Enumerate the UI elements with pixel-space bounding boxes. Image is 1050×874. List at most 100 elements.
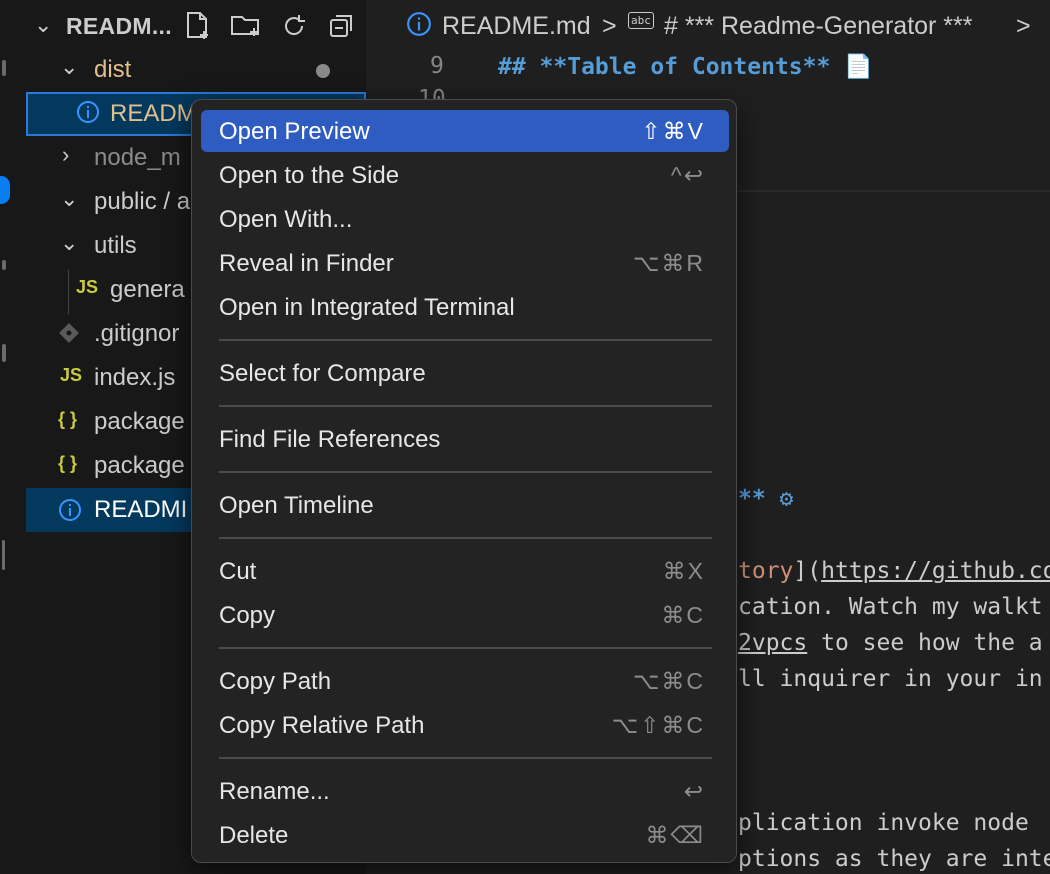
new-folder-icon[interactable]: [226, 8, 266, 44]
menu-item-label: Copy Path: [219, 668, 332, 695]
breadcrumb-separator: >: [602, 12, 617, 40]
menu-item-label: Open With...: [219, 206, 353, 233]
menu-item-label: Rename...: [219, 778, 330, 805]
tree-item-label: package: [94, 452, 185, 479]
code-fragment-text: tory: [738, 558, 794, 584]
menu-item-rename[interactable]: Rename... ↩: [201, 770, 729, 812]
accounts-badge-icon[interactable]: [0, 176, 10, 204]
context-menu: Open Preview ⇧⌘V Open to the Side ^↩ Ope…: [191, 99, 737, 863]
menu-item-shortcut: ⌥⇧⌘C: [611, 712, 705, 738]
menu-item-shortcut: ⌥⌘R: [632, 250, 705, 276]
chevron-down-icon[interactable]: ⌄: [34, 12, 52, 38]
menu-item-reveal-in-finder[interactable]: Reveal in Finder ⌥⌘R: [201, 242, 729, 284]
code-fragment[interactable]: 2vpcs to see how the a: [738, 630, 1043, 656]
menu-item-label: Open Timeline: [219, 492, 374, 519]
js-file-icon: JS: [60, 365, 83, 385]
code-fragment[interactable]: cation. Watch my walkt: [738, 594, 1043, 620]
menu-item-open-timeline[interactable]: Open Timeline: [201, 484, 729, 526]
info-icon: [58, 498, 82, 527]
info-icon: [406, 11, 432, 44]
menu-item-shortcut: ⌘X: [662, 558, 705, 584]
menu-item-label: Reveal in Finder: [219, 250, 394, 277]
tree-item-label: node_m: [94, 144, 181, 171]
menu-item-label: Select for Compare: [219, 360, 426, 387]
chevron-down-icon: ⌄: [60, 230, 79, 255]
menu-item-label: Open to the Side: [219, 162, 400, 189]
line-number: 9: [430, 53, 444, 79]
menu-item-shortcut: ⌘⌫: [645, 822, 705, 848]
new-file-icon[interactable]: [178, 8, 218, 44]
explorer-title[interactable]: READM...: [66, 13, 172, 40]
info-icon: [76, 100, 100, 129]
menu-item-find-file-references[interactable]: Find File References: [201, 418, 729, 460]
menu-item-label: Find File References: [219, 426, 441, 453]
collapse-all-icon[interactable]: [322, 8, 362, 44]
activity-icon-fragment[interactable]: [2, 344, 6, 362]
tree-item-label: public / a: [94, 188, 191, 215]
menu-item-copy[interactable]: Copy ⌘C: [201, 594, 729, 636]
tree-item-label: index.js: [94, 364, 176, 391]
menu-item-select-for-compare[interactable]: Select for Compare: [201, 352, 729, 394]
code-fragment[interactable]: ll inquirer in your in: [738, 666, 1043, 692]
tree-item-label: READM: [110, 100, 197, 127]
menu-separator: [219, 405, 712, 407]
menu-item-shortcut: ⌥⌘C: [632, 668, 705, 694]
modified-dot-icon: [316, 64, 330, 78]
menu-item-shortcut: ⇧⌘V: [641, 118, 705, 144]
activity-more-icon[interactable]: [2, 540, 5, 570]
tree-item-label: dist: [94, 56, 132, 83]
js-file-icon: JS: [76, 277, 99, 297]
json-file-icon: { }: [58, 453, 78, 473]
breadcrumb: README.md > abc # *** Readme-Generator *…: [366, 0, 1050, 48]
breadcrumb-file[interactable]: README.md: [442, 12, 591, 41]
code-fragment-text: ](: [793, 558, 822, 584]
string-symbol-icon: abc: [628, 12, 654, 29]
menu-item-copy-path[interactable]: Copy Path ⌥⌘C: [201, 660, 729, 702]
activity-icon-fragment[interactable]: [2, 260, 6, 270]
code-fragment[interactable]: plication invoke node: [738, 810, 1029, 836]
refresh-icon[interactable]: [274, 8, 314, 44]
menu-separator: [219, 647, 712, 649]
code-fragment[interactable]: ptions as they are inte: [738, 846, 1050, 872]
tree-item-label: READMI: [94, 496, 188, 523]
menu-item-open-to-side[interactable]: Open to the Side ^↩: [201, 154, 729, 196]
menu-item-label: Cut: [219, 558, 257, 585]
json-file-icon: { }: [58, 409, 78, 429]
code-line-heading[interactable]: ## **Table of Contents** 📄: [498, 53, 873, 80]
menu-separator: [219, 471, 712, 473]
menu-item-shortcut: ⌘C: [661, 602, 705, 628]
chevron-down-icon: ⌄: [60, 54, 79, 79]
menu-item-label: Copy: [219, 602, 276, 629]
menu-item-shortcut: ^↩: [670, 162, 705, 188]
menu-separator: [219, 339, 712, 341]
menu-item-label: Copy Relative Path: [219, 712, 425, 739]
code-fragment[interactable]: ** ⚙: [738, 486, 793, 512]
explorer-header: ⌄ READM...: [26, 0, 366, 50]
chevron-right-icon: ›: [62, 142, 70, 167]
menu-item-open-in-terminal[interactable]: Open in Integrated Terminal: [201, 286, 729, 328]
menu-item-label: Open in Integrated Terminal: [219, 294, 515, 321]
menu-separator: [219, 757, 712, 759]
menu-item-cut[interactable]: Cut ⌘X: [201, 550, 729, 592]
tree-item-label: package: [94, 408, 185, 435]
code-fragment-text: to see how the a: [807, 630, 1043, 656]
git-file-icon: [58, 322, 80, 349]
menu-item-label: Open Preview: [219, 118, 370, 145]
menu-item-delete[interactable]: Delete ⌘⌫: [201, 814, 729, 856]
activity-icon-fragment[interactable]: [2, 60, 6, 76]
breadcrumb-separator: >: [1016, 12, 1031, 40]
menu-item-open-preview[interactable]: Open Preview ⇧⌘V: [201, 110, 729, 152]
code-link[interactable]: 2vpcs: [738, 630, 807, 656]
code-link[interactable]: https://github.co: [821, 558, 1050, 584]
menu-item-copy-relative-path[interactable]: Copy Relative Path ⌥⇧⌘C: [201, 704, 729, 746]
tree-item-label: genera: [110, 276, 185, 303]
menu-item-open-with[interactable]: Open With...: [201, 198, 729, 240]
menu-item-label: Delete: [219, 822, 289, 849]
code-fragment[interactable]: tory](https://github.co: [738, 558, 1050, 584]
breadcrumb-symbol[interactable]: # *** Readme-Generator ***: [664, 12, 973, 41]
tree-item-dist[interactable]: ⌄ dist: [26, 48, 366, 92]
menu-item-shortcut: ↩: [683, 778, 705, 804]
chevron-down-icon: ⌄: [60, 186, 79, 211]
menu-separator: [219, 537, 712, 539]
tree-item-label: .gitignor: [94, 320, 180, 347]
